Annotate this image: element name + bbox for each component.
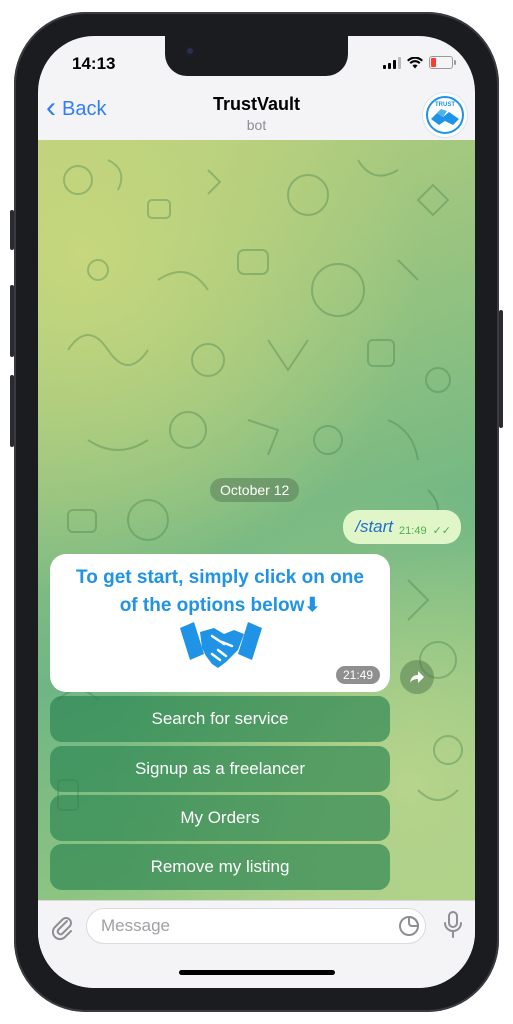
status-icons (383, 56, 456, 69)
avatar-text: TRUST (435, 102, 455, 108)
outgoing-message-time: 21:49 (399, 525, 427, 537)
battery-icon (429, 56, 456, 69)
home-indicator[interactable] (179, 970, 335, 975)
incoming-message-text: To get start, simply click on one of the… (50, 564, 390, 620)
trustvault-logo-icon: TRUST (424, 94, 466, 136)
incoming-message-line1: To get start, simply click on one (76, 567, 364, 588)
volume-down-button (10, 375, 14, 447)
front-camera (185, 46, 195, 56)
outgoing-message-text[interactable]: /start (355, 517, 393, 537)
keyboard-button-my-orders[interactable]: My Orders (50, 795, 390, 841)
incoming-message-time: 21:49 (335, 666, 380, 684)
keyboard-button-search-for-service[interactable]: Search for service (50, 696, 390, 742)
screen: 14:13 ‹ Back TrustVault bot TRUST Octobe… (38, 36, 475, 988)
keyboard-button-label: Remove my listing (150, 857, 290, 876)
keyboard-button-label: Search for service (151, 709, 289, 728)
status-time: 14:13 (72, 54, 116, 73)
signal-icon (383, 56, 401, 69)
keyboard-button-label: My Orders (180, 808, 260, 827)
paperclip-icon[interactable] (50, 913, 74, 941)
chat-subtitle: bot (246, 117, 267, 133)
keyboard-button-label: Signup as a freelancer (134, 759, 306, 778)
volume-up-button (10, 285, 14, 357)
bot-avatar[interactable]: TRUST (423, 93, 467, 137)
message-input[interactable] (86, 908, 426, 944)
mute-switch (10, 210, 14, 250)
double-check-icon: ✓✓ (432, 525, 451, 537)
incoming-message[interactable]: To get start, simply click on one of the… (50, 554, 390, 692)
keyboard-button-remove-listing[interactable]: Remove my listing (50, 844, 390, 890)
share-arrow-icon (410, 671, 424, 683)
date-separator: October 12 (210, 478, 300, 502)
chat-area[interactable]: October 12 /start 21:49 ✓✓ To get start,… (38, 140, 475, 900)
sticker-icon[interactable] (398, 915, 420, 937)
forward-button[interactable] (400, 660, 434, 694)
wifi-icon (407, 56, 423, 68)
handshake-icon (180, 622, 262, 668)
notch (165, 36, 348, 76)
chat-title[interactable]: TrustVault (38, 94, 475, 115)
keyboard-button-signup-freelancer[interactable]: Signup as a freelancer (50, 746, 390, 792)
chat-header: ‹ Back TrustVault bot TRUST (38, 86, 475, 140)
microphone-icon[interactable] (442, 910, 464, 940)
power-button (499, 310, 503, 428)
outgoing-message[interactable]: /start 21:49 ✓✓ (343, 510, 461, 544)
